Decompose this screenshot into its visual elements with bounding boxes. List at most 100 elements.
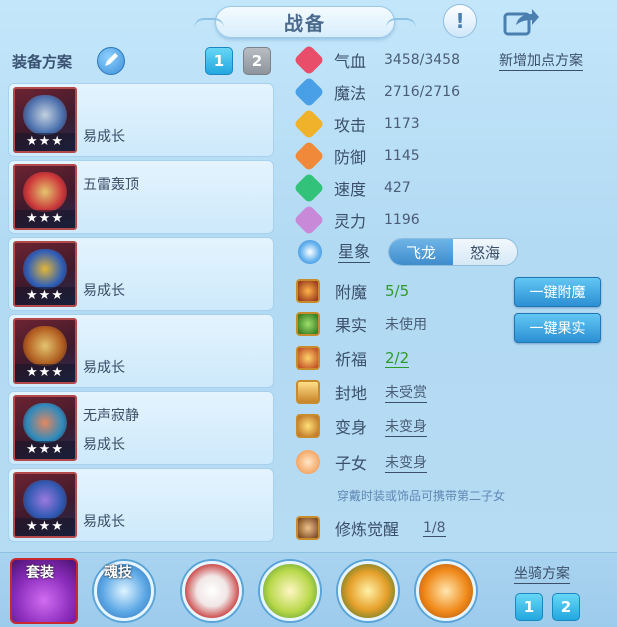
attr-attack: 攻击 1173	[293, 108, 420, 140]
equip-slot-weapon[interactable]: ★★★ 易成长	[8, 83, 274, 157]
extra-label: 祈福	[335, 350, 368, 369]
scroll-icon	[296, 380, 320, 404]
mount-plan-link[interactable]: 坐骑方案	[514, 563, 570, 584]
equip-note: 易成长	[83, 514, 125, 530]
star-rating: ★★★	[15, 133, 75, 151]
extra-value[interactable]: 未变身	[385, 416, 427, 437]
equip-slot-belt[interactable]: ★★★ 无声寂静 易成长	[8, 391, 274, 465]
skill-slot-fire-fist[interactable]	[416, 561, 476, 621]
star-toggle[interactable]: 飞龙 怒海	[388, 238, 518, 266]
cultivation-row: 修炼觉醒 1/8	[296, 515, 446, 541]
extra-fief: 封地 未受赏	[296, 379, 427, 405]
attr-value: 427	[384, 180, 411, 196]
attr-label: 灵力	[334, 212, 367, 231]
extra-label: 子女	[335, 454, 368, 473]
equip-plan-tab-2[interactable]: 2	[243, 47, 271, 75]
skill-slot-gold-strike[interactable]	[338, 561, 398, 621]
equip-name: 五雷轰顶	[83, 177, 139, 193]
extra-enchant: 附魔 5/5	[296, 278, 409, 304]
star-rating: ★★★	[15, 518, 75, 536]
blessing-icon	[296, 346, 320, 370]
necklace-equip-icon: ★★★	[13, 241, 77, 307]
new-point-plan-link[interactable]: 新增加点方案	[499, 52, 583, 71]
equip-note: 易成长	[83, 437, 125, 453]
extra-fruit: 果实 未使用	[296, 311, 427, 337]
magic-icon	[293, 76, 325, 108]
star-rating: ★★★	[15, 441, 75, 459]
extra-blessing: 祈福 2/2	[296, 345, 410, 371]
enchant-all-button[interactable]: 一键附魔	[514, 277, 601, 307]
attr-value: 3458/3458	[384, 52, 460, 68]
transform-icon	[296, 414, 320, 438]
helmet-equip-icon: ★★★	[13, 164, 77, 230]
attr-value: 2716/2716	[384, 84, 460, 100]
spirit-icon	[293, 204, 325, 236]
skill-slot-red-swirl[interactable]	[182, 561, 242, 621]
extra-value: 未使用	[385, 317, 427, 333]
equip-plan-label: 装备方案	[12, 53, 73, 71]
cultivation-icon	[296, 516, 320, 540]
skill-slot-green-aura[interactable]	[260, 561, 320, 621]
extra-value[interactable]: 未变身	[385, 452, 427, 473]
enchant-icon	[296, 279, 320, 303]
extra-value: 5/5	[385, 282, 410, 300]
mount-plan-tab-1[interactable]: 1	[515, 593, 543, 621]
soul-skill-label: 魂技	[104, 565, 132, 581]
heart-icon	[293, 44, 325, 76]
sword-icon	[293, 108, 325, 140]
share-icon[interactable]	[502, 6, 540, 38]
help-button[interactable]: !	[443, 4, 477, 38]
attr-label: 魔法	[334, 84, 367, 103]
cultivation-value[interactable]: 1/8	[423, 520, 446, 537]
star-rating: ★★★	[15, 364, 75, 382]
attr-value: 1145	[384, 148, 420, 164]
exclamation-icon: !	[455, 9, 465, 33]
extra-label: 果实	[335, 316, 368, 335]
fruit-all-button[interactable]: 一键果实	[514, 313, 601, 343]
star-compass-icon	[298, 240, 322, 264]
extra-label: 变身	[335, 418, 368, 437]
extra-transform: 变身 未变身	[296, 413, 427, 439]
armor-equip-icon: ★★★	[13, 472, 77, 538]
attr-label: 速度	[334, 180, 367, 199]
star-rating: ★★★	[15, 210, 75, 228]
belt-equip-icon: ★★★	[13, 395, 77, 461]
shield-icon	[293, 140, 325, 172]
equip-note: 易成长	[83, 129, 125, 145]
extra-children: 子女 未变身	[296, 449, 427, 475]
equip-slot-necklace[interactable]: ★★★ 易成长	[8, 237, 274, 311]
lightning-icon	[293, 172, 325, 204]
equip-name: 无声寂静	[83, 408, 139, 424]
attr-label: 攻击	[334, 116, 367, 135]
equip-note: 易成长	[83, 283, 125, 299]
page-title: 战备	[283, 12, 326, 35]
extra-value[interactable]: 未受赏	[385, 382, 427, 403]
equip-note: 易成长	[83, 360, 125, 376]
equip-plan-tab-1[interactable]: 1	[205, 47, 233, 75]
star-label[interactable]: 星象	[338, 242, 371, 263]
equip-slot-helmet[interactable]: ★★★ 五雷轰顶	[8, 160, 274, 234]
star-row: 星象	[296, 239, 371, 265]
extra-label: 封地	[335, 384, 368, 403]
star-option-flying-dragon[interactable]: 飞龙	[389, 239, 453, 265]
weapon-equip-icon: ★★★	[13, 87, 77, 153]
attr-hp: 气血 3458/3458	[293, 44, 460, 76]
equip-slot-armor[interactable]: ★★★ 易成长	[8, 468, 274, 542]
fruit-icon	[296, 312, 320, 336]
extra-label: 附魔	[335, 283, 368, 302]
star-option-angry-sea[interactable]: 怒海	[453, 239, 517, 265]
attr-label: 防御	[334, 148, 367, 167]
attr-value: 1173	[384, 116, 420, 132]
title-banner: 战备	[194, 6, 416, 38]
edit-pencil-icon[interactable]	[97, 47, 125, 75]
attr-label: 气血	[334, 52, 367, 71]
attr-defense: 防御 1145	[293, 140, 420, 172]
attr-speed: 速度 427	[293, 172, 411, 204]
child-icon	[296, 450, 320, 474]
mount-plan-tab-2[interactable]: 2	[552, 593, 580, 621]
extra-value[interactable]: 2/2	[385, 349, 410, 368]
ring-equip-icon: ★★★	[13, 318, 77, 384]
attr-mp: 魔法 2716/2716	[293, 76, 460, 108]
equip-slot-ring[interactable]: ★★★ 易成长	[8, 314, 274, 388]
suit-tab-label: 套装	[26, 565, 54, 581]
